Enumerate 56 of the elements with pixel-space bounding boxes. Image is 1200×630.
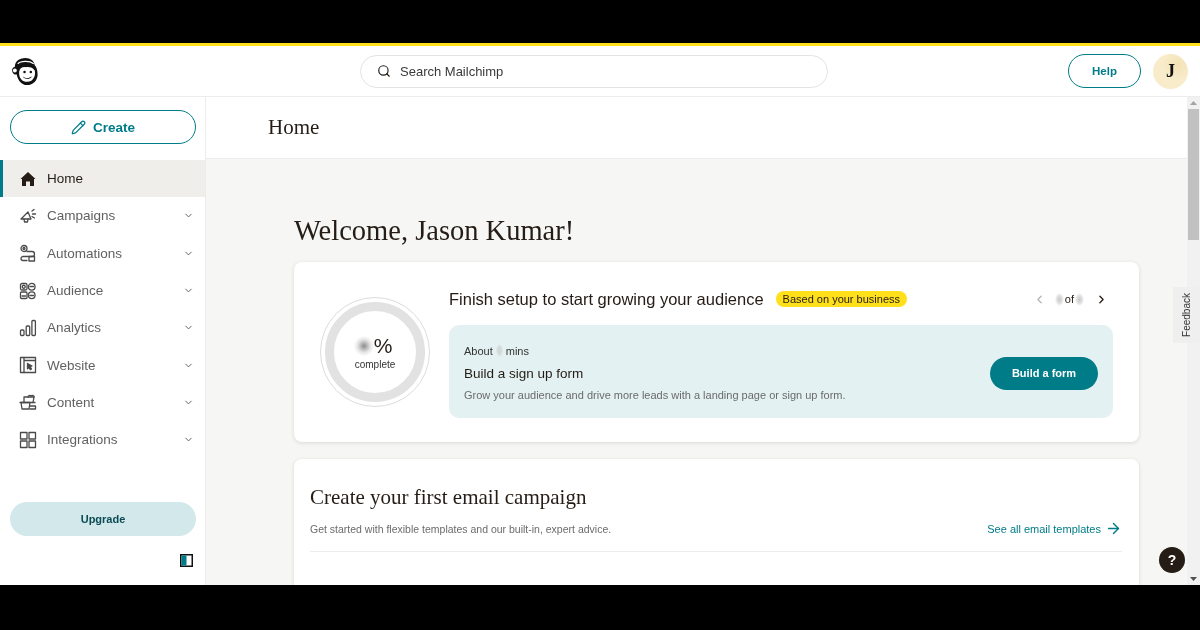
browser-window-icon — [19, 356, 37, 375]
scrollbar-thumb[interactable] — [1188, 109, 1199, 240]
nav-item[interactable]: Content — [0, 383, 205, 422]
campaign-title: Create your first email campaign — [310, 485, 588, 510]
people-grid-icon — [19, 281, 37, 300]
search-icon — [377, 63, 391, 78]
time-label: About — [464, 344, 493, 357]
create-button[interactable]: Create — [10, 110, 196, 144]
nav-item[interactable]: Home — [0, 160, 205, 198]
house-icon — [19, 169, 37, 188]
percent-sign: % — [373, 334, 393, 357]
nav-label: Home — [47, 171, 84, 187]
nav-label: Analytics — [47, 320, 103, 336]
time-unit: mins — [505, 344, 529, 357]
nav-item[interactable]: Audience — [0, 271, 205, 310]
bar-chart-icon — [19, 318, 37, 337]
help-button[interactable]: Help — [1068, 54, 1141, 88]
blur-smudge-icon — [1054, 292, 1064, 306]
campaign-description: Get started with flexible templates and our built-in, expert advice. — [310, 522, 612, 535]
nav-label: Campaigns — [47, 208, 117, 224]
build-form-button[interactable]: Build a form — [990, 356, 1098, 390]
nav-item[interactable]: Website — [0, 346, 205, 384]
search-field[interactable]: Search Mailchimp — [360, 54, 828, 88]
progress-caption: complete — [354, 358, 396, 370]
upgrade-button[interactable]: Upgrade — [10, 502, 196, 536]
feedback-tab[interactable]: Feedback — [1173, 287, 1200, 343]
nav-item[interactable]: Analytics — [0, 309, 205, 347]
nav-item[interactable]: Automations — [0, 234, 205, 272]
nav-label: Automations — [47, 245, 124, 261]
megaphone-icon — [19, 206, 37, 225]
business-tag: Based on your business — [775, 291, 907, 307]
templates-link[interactable]: See all email templates — [987, 520, 1122, 537]
nav-label: Website — [47, 357, 97, 373]
pencil-icon — [71, 119, 86, 135]
nav-label: Audience — [47, 283, 105, 299]
task-description: Grow your audience and drive more leads with a landing page or sign up form. — [464, 389, 847, 401]
welcome-heading: Welcome, Jason Kumar! — [294, 214, 576, 248]
nav-label: Integrations — [47, 432, 119, 448]
arrow-right-icon — [1105, 520, 1122, 537]
nav-item[interactable]: Integrations — [0, 421, 205, 459]
stacked-cards-icon — [19, 393, 37, 412]
avatar[interactable]: J — [1153, 53, 1188, 89]
blur-smudge-icon — [1075, 292, 1084, 306]
nav-label: Content — [47, 394, 96, 410]
blur-smudge-icon — [353, 335, 374, 356]
scroll-down-icon[interactable] — [1189, 576, 1198, 582]
monkey-logo[interactable] — [10, 55, 41, 87]
panel-toggle-icon[interactable] — [180, 554, 193, 567]
grid-icon — [19, 430, 37, 449]
nav-item[interactable]: Campaigns — [0, 197, 205, 235]
setup-title: Finish setup to start growing your audience — [449, 289, 764, 309]
page-title: Home — [268, 115, 320, 140]
task-title: Build a sign up form — [464, 366, 585, 381]
flow-icon — [19, 244, 37, 263]
blur-smudge-icon — [495, 344, 503, 357]
pager-text: of — [1064, 293, 1074, 305]
